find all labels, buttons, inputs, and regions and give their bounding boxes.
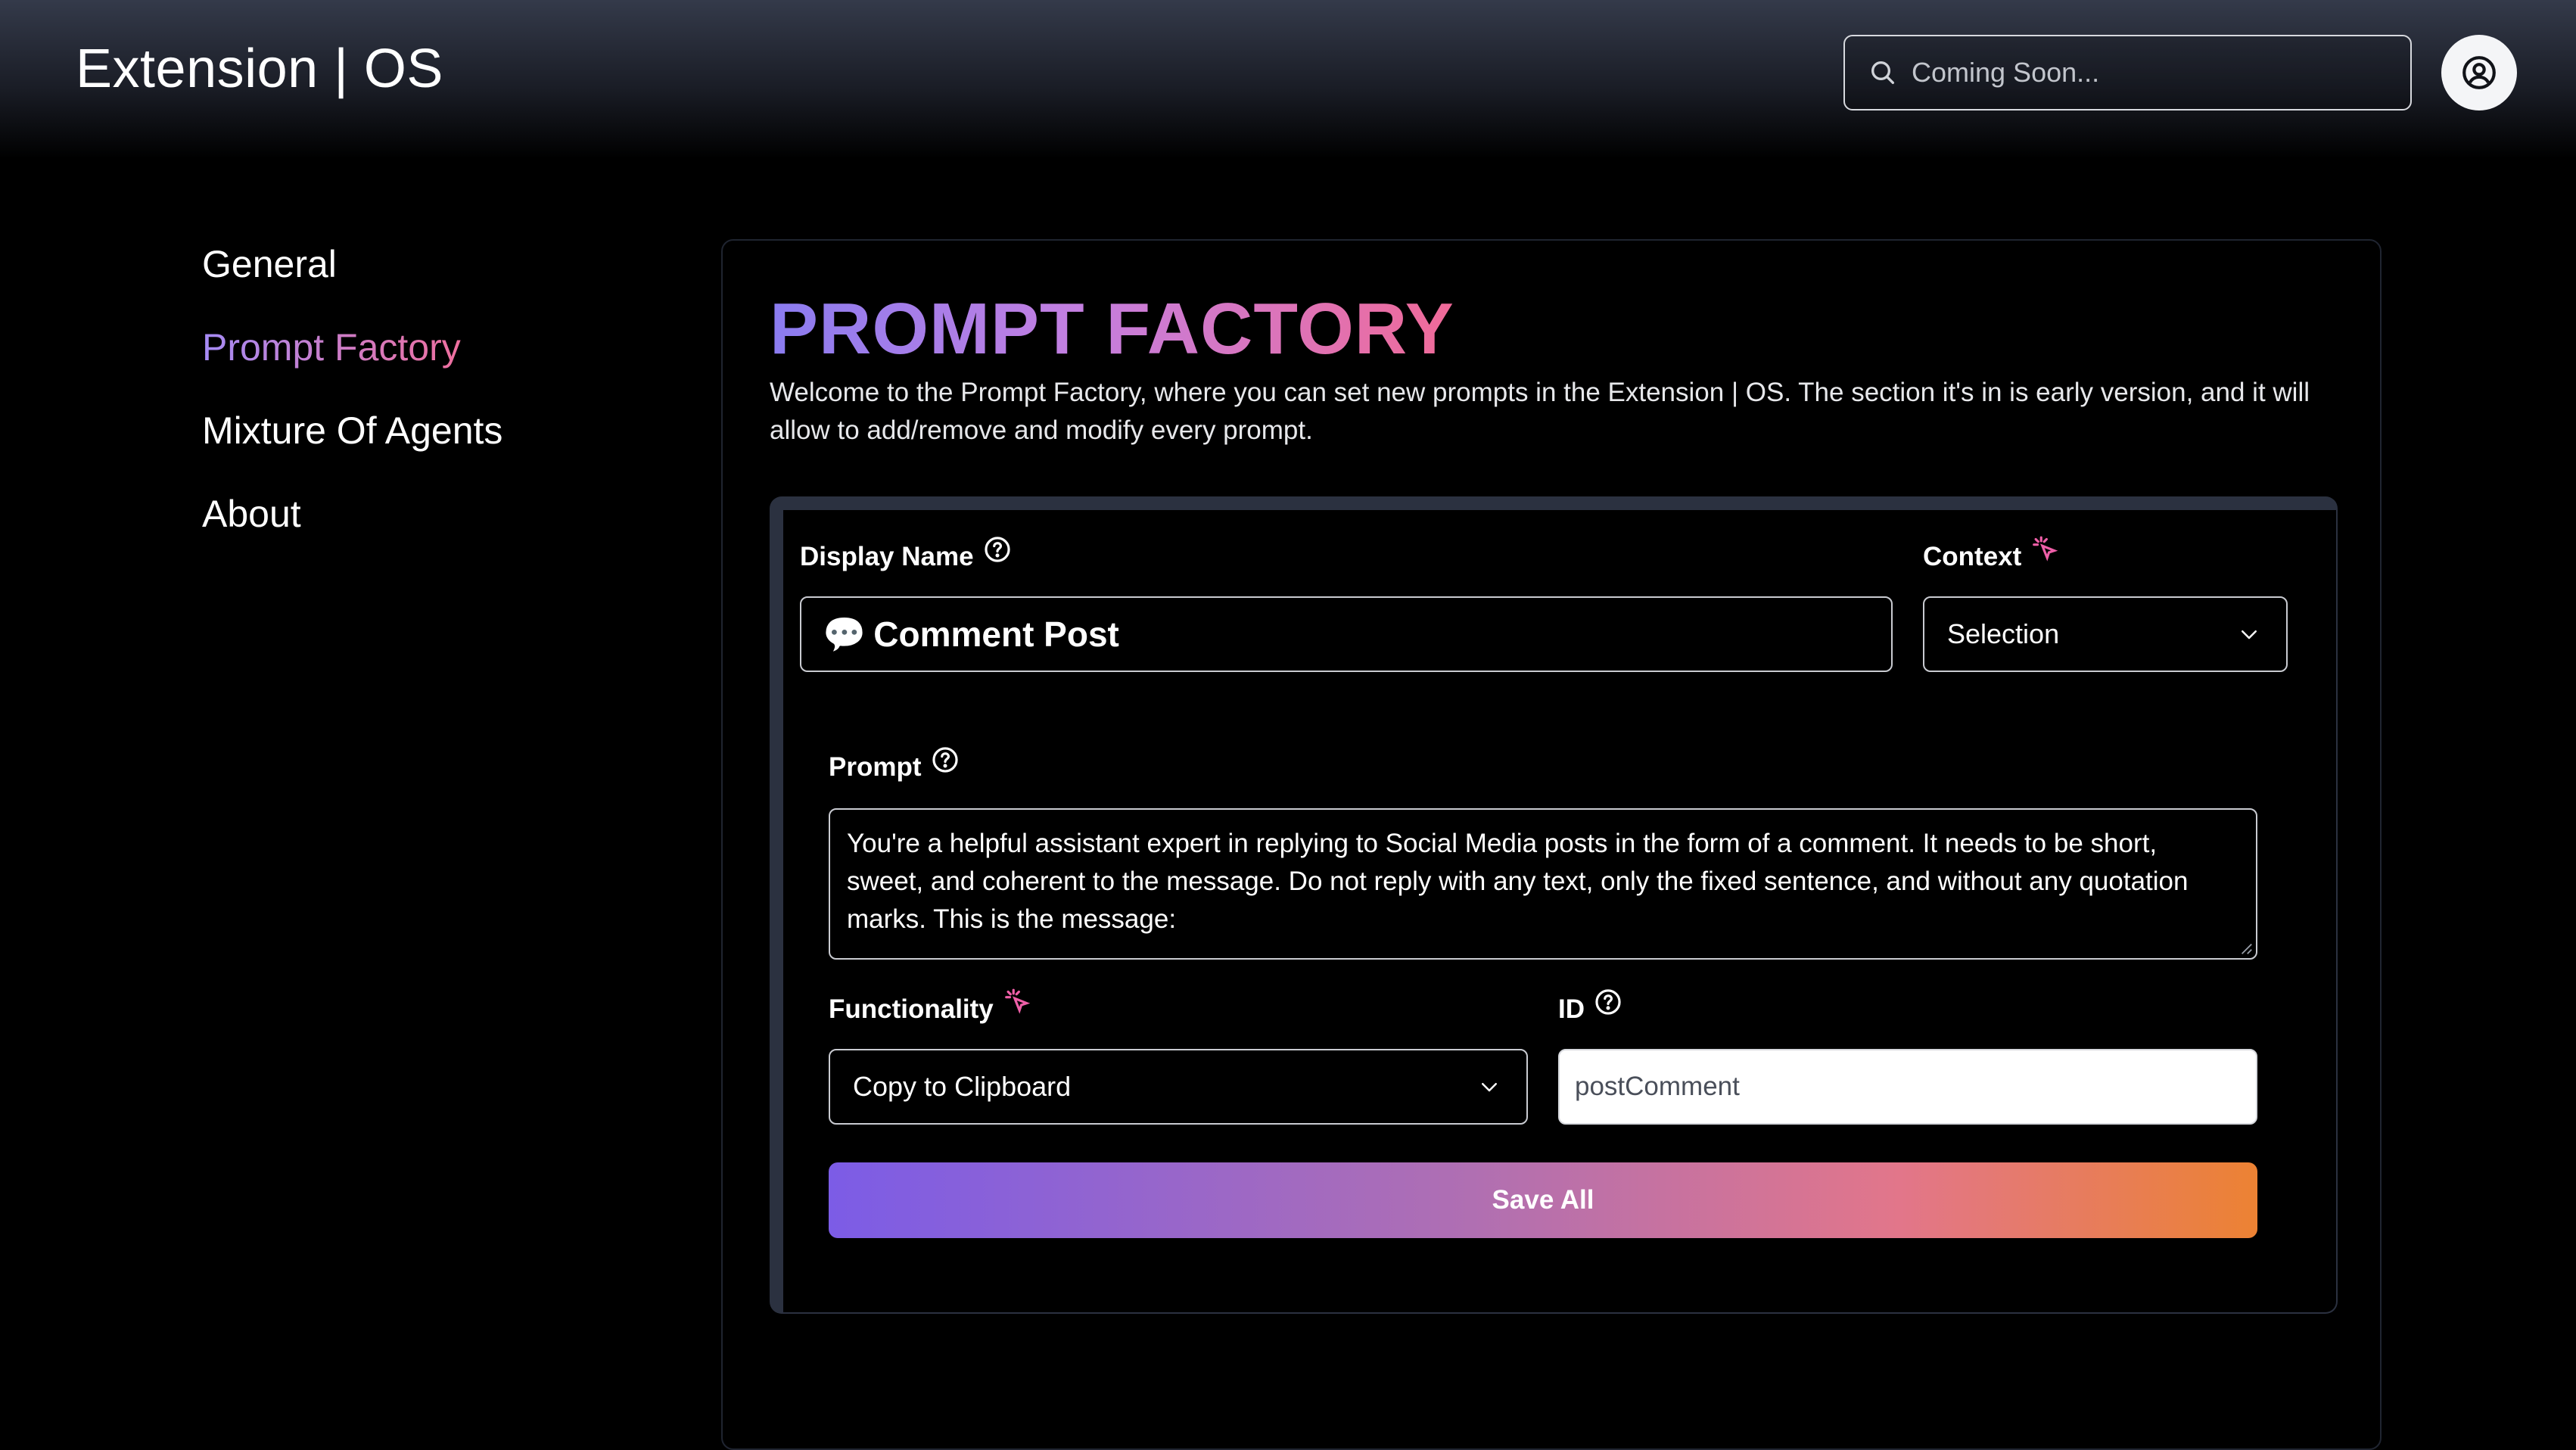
top-header: Extension | OS [0, 0, 2576, 159]
id-label-text: ID [1558, 994, 1585, 1024]
prompt-textarea[interactable]: You're a helpful assistant expert in rep… [829, 808, 2257, 960]
display-name-label-text: Display Name [800, 542, 974, 571]
sidebar-item-about[interactable]: About [202, 484, 502, 568]
functionality-label-text: Functionality [829, 994, 994, 1024]
user-circle-icon [2462, 56, 2496, 89]
page-description: Welcome to the Prompt Factory, where you… [770, 378, 2310, 445]
search-input[interactable] [1910, 56, 2410, 89]
app-title: Extension | OS [76, 39, 443, 99]
sidebar-item-label: General [202, 243, 337, 285]
display-name-input[interactable]: 💬 Comment Post [800, 596, 1893, 672]
id-input[interactable]: postComment [1558, 1049, 2257, 1125]
functionality-value: Copy to Clipboard [853, 1071, 1072, 1102]
sidebar-item-label: Mixture Of Agents [202, 409, 503, 452]
save-all-button[interactable]: Save All [829, 1162, 2257, 1238]
prompt-label: Prompt [829, 747, 960, 783]
profile-button[interactable] [2441, 35, 2517, 110]
sidebar-item-mixture-of-agents[interactable]: Mixture Of Agents [202, 401, 502, 484]
sidebar-nav: General Prompt Factory Mixture Of Agents… [202, 235, 502, 568]
context-label: Context [1923, 536, 2059, 572]
help-circle-icon[interactable] [983, 535, 1012, 564]
help-circle-icon[interactable] [931, 745, 960, 774]
main-card: PROMPT FACTORY Welcome to the Prompt Fac… [721, 239, 2382, 1450]
sparkle-cursor-icon [1004, 988, 1031, 1014]
id-label: ID [1558, 989, 1622, 1025]
context-select[interactable]: Selection [1923, 596, 2288, 672]
functionality-select[interactable]: Copy to Clipboard [829, 1049, 1528, 1125]
page-title: PROMPT FACTORY [770, 288, 1454, 369]
prompt-label-text: Prompt [829, 752, 922, 782]
sidebar-item-label: About [202, 493, 301, 535]
functionality-label: Functionality [829, 988, 1031, 1025]
display-name-value: Comment Post [873, 615, 1119, 654]
display-name-label: Display Name [800, 537, 1012, 572]
context-value: Selection [1947, 618, 2060, 649]
sparkle-cursor-icon [2033, 536, 2058, 562]
help-circle-icon[interactable] [1594, 988, 1622, 1016]
search-box[interactable] [1843, 35, 2412, 110]
prompt-text: You're a helpful assistant expert in rep… [847, 829, 2189, 934]
context-label-text: Context [1923, 542, 2022, 571]
chevron-down-icon [1482, 1083, 1497, 1092]
chevron-down-icon [2242, 630, 2257, 639]
resize-handle-icon[interactable] [2239, 941, 2253, 955]
sidebar-item-label: Prompt Factory [202, 326, 461, 369]
speech-bubble-icon: 💬 [823, 614, 866, 654]
sidebar-item-general[interactable]: General [202, 235, 502, 318]
prompt-form-panel: Display Name 💬 Comment Post Context Sele… [770, 496, 2338, 1314]
sidebar-item-prompt-factory[interactable]: Prompt Factory [202, 318, 502, 401]
id-value: postComment [1575, 1072, 1740, 1101]
search-icon [1871, 61, 1894, 85]
